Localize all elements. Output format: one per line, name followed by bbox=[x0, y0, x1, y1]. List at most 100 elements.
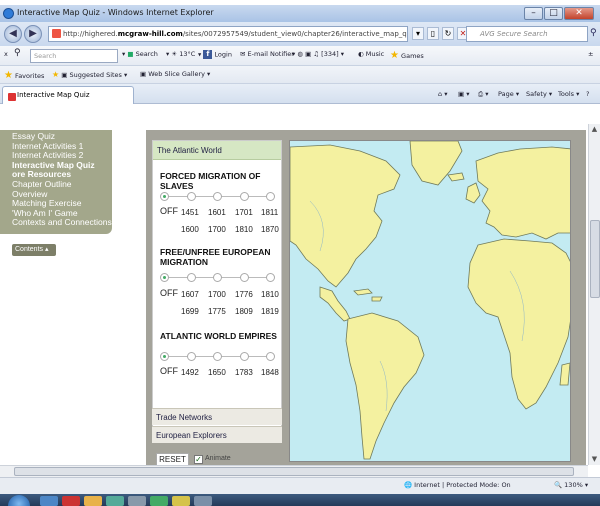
atlantic-world-map[interactable] bbox=[289, 140, 571, 462]
slider-stop[interactable] bbox=[187, 192, 196, 201]
slider-stop-off[interactable] bbox=[160, 352, 169, 361]
start-button[interactable] bbox=[8, 495, 30, 506]
slider-stop[interactable] bbox=[213, 273, 222, 282]
toolbar-search-button[interactable]: ▾ ■ Search bbox=[122, 50, 158, 58]
horizontal-scrollbar[interactable] bbox=[0, 465, 588, 477]
animate-checkbox[interactable]: ✓ bbox=[194, 455, 203, 464]
tab-interactive-map-quiz[interactable]: Interactive Map Quiz bbox=[2, 86, 134, 104]
weather-widget[interactable]: ▾ ☀ 13°C bbox=[166, 50, 195, 58]
year-label: 1492 bbox=[181, 368, 199, 377]
section-title-slaves: FORCED MIGRATION OF SLAVES bbox=[160, 171, 261, 191]
range-end: 1809 bbox=[235, 307, 253, 316]
slider-stop-off[interactable] bbox=[160, 273, 169, 282]
favorites-button[interactable]: ★ Favorites bbox=[4, 70, 44, 81]
map-graphic bbox=[290, 141, 570, 460]
slider-stop[interactable] bbox=[187, 352, 196, 361]
range-end: 1700 bbox=[208, 225, 226, 234]
favorites-star-icon: ★ bbox=[4, 70, 13, 81]
animate-label: Animate bbox=[205, 455, 231, 462]
url-prefix: http://highered. bbox=[63, 30, 118, 38]
tools-menu[interactable]: Tools ▾ bbox=[558, 90, 579, 98]
refresh-icon[interactable]: ↻ bbox=[442, 27, 454, 40]
site-favicon-icon bbox=[52, 29, 61, 38]
slider-stop[interactable] bbox=[240, 273, 249, 282]
panel-title[interactable]: The Atlantic World bbox=[153, 141, 281, 160]
music-widget[interactable]: ◐ Music bbox=[358, 50, 384, 58]
maximize-button[interactable]: □ bbox=[544, 7, 563, 20]
toolbar-search-input[interactable]: Search bbox=[30, 49, 118, 63]
slider-stop-off[interactable] bbox=[160, 192, 169, 201]
games-widget[interactable]: ★ Games bbox=[390, 50, 424, 61]
horizontal-scroll-thumb[interactable] bbox=[14, 467, 574, 476]
page-menu[interactable]: Page ▾ bbox=[498, 90, 519, 98]
tab-label: Interactive Map Quiz bbox=[17, 91, 90, 99]
taskbar-app-icon[interactable] bbox=[62, 496, 80, 506]
windows-taskbar bbox=[0, 494, 600, 506]
tab-bar: Interactive Map Quiz ⌂ ▾ ▣ ▾ ⎙ ▾ Page ▾ … bbox=[0, 84, 600, 104]
suggested-sites-link[interactable]: ★ ▣ Suggested Sites ▾ bbox=[52, 70, 127, 79]
reset-button[interactable]: RESET bbox=[156, 453, 189, 465]
page-content: Essay Quiz Internet Activities 1 Interne… bbox=[0, 104, 588, 465]
web-slice-gallery-link[interactable]: ▣ Web Slice Gallery ▾ bbox=[140, 70, 210, 78]
taskbar-app-icon[interactable] bbox=[194, 496, 212, 506]
range-end: 1775 bbox=[208, 307, 226, 316]
zoom-level[interactable]: 🔍 130% ▾ bbox=[554, 481, 588, 489]
contents-button[interactable]: Contents ▴ bbox=[12, 244, 56, 256]
compatibility-view-icon[interactable]: ▯ bbox=[427, 27, 439, 40]
slider-stop[interactable] bbox=[266, 192, 275, 201]
toolbar-search-icon[interactable]: ⚲ bbox=[14, 48, 21, 58]
scroll-down-icon[interactable]: ▼ bbox=[589, 454, 600, 465]
range-end: 1819 bbox=[261, 307, 279, 316]
slider-stop[interactable] bbox=[240, 192, 249, 201]
slider-stop[interactable] bbox=[213, 352, 222, 361]
slider-stop[interactable] bbox=[213, 192, 222, 201]
scroll-up-icon[interactable]: ▲ bbox=[589, 124, 600, 135]
close-toolbar-icon[interactable]: x bbox=[4, 50, 8, 58]
empires-timeline-slider[interactable] bbox=[160, 351, 276, 363]
safety-menu[interactable]: Safety ▾ bbox=[526, 90, 552, 98]
south-america-landmass bbox=[345, 312, 425, 460]
vertical-scrollbar[interactable]: ▲ ▼ bbox=[588, 124, 600, 465]
close-button[interactable]: ✕ bbox=[564, 7, 594, 20]
toolbar-menu-icon[interactable]: ± bbox=[588, 50, 593, 58]
taskbar-app-icon[interactable] bbox=[150, 496, 168, 506]
address-bar: ◀ ▶ http://highered.mcgraw-hill.com/site… bbox=[0, 22, 600, 46]
toolbar-extras[interactable]: ▾ ◍ ▣ ♫ [334] ▾ bbox=[292, 50, 344, 58]
ie-logo-icon bbox=[3, 8, 14, 19]
taskbar-app-icon[interactable] bbox=[128, 496, 146, 506]
taskbar-app-icon[interactable] bbox=[172, 496, 190, 506]
security-zone[interactable]: 🌐 Internet | Protected Mode: On bbox=[404, 481, 511, 489]
slaves-timeline-slider[interactable] bbox=[160, 191, 276, 203]
feeds-icon[interactable]: ▣ ▾ bbox=[458, 90, 469, 98]
url-field[interactable]: http://highered.mcgraw-hill.com/sites/00… bbox=[48, 26, 408, 42]
print-icon[interactable]: ⎙ ▾ bbox=[478, 90, 489, 99]
range-start: 1811 bbox=[261, 208, 279, 217]
trade-networks-tab[interactable]: Trade Networks bbox=[152, 408, 282, 425]
vertical-scroll-thumb[interactable] bbox=[590, 220, 600, 298]
minimize-button[interactable]: – bbox=[524, 7, 543, 20]
avg-search-input[interactable]: AVG Secure Search bbox=[466, 26, 588, 42]
taskbar-app-icon[interactable] bbox=[40, 496, 58, 506]
menu-contexts-and-connections[interactable]: Contexts and Connections bbox=[12, 218, 112, 228]
search-icon[interactable]: ⚲ bbox=[590, 28, 597, 38]
facebook-login[interactable]: ▾ f Login bbox=[198, 50, 232, 59]
slider-stop[interactable] bbox=[266, 352, 275, 361]
slider-stop[interactable] bbox=[266, 273, 275, 282]
range-start: 1701 bbox=[235, 208, 253, 217]
taskbar-app-icon[interactable] bbox=[106, 496, 124, 506]
back-button[interactable]: ◀ bbox=[4, 25, 22, 43]
slider-stop[interactable] bbox=[240, 352, 249, 361]
forward-button[interactable]: ▶ bbox=[24, 25, 42, 43]
facebook-icon: f bbox=[203, 50, 213, 59]
home-icon[interactable]: ⌂ ▾ bbox=[438, 90, 447, 98]
dropdown-arrow-icon[interactable]: ▾ bbox=[412, 27, 424, 40]
taskbar-app-icon[interactable] bbox=[84, 496, 102, 506]
migration-timeline-slider[interactable] bbox=[160, 272, 276, 284]
european-explorers-tab[interactable]: European Explorers bbox=[152, 426, 282, 443]
slider-stop[interactable] bbox=[187, 273, 196, 282]
range-end: 1600 bbox=[181, 225, 199, 234]
off-label: OFF bbox=[160, 288, 178, 298]
email-notifier[interactable]: ✉ E-mail Notifier bbox=[240, 50, 294, 58]
range-start: 1810 bbox=[261, 290, 279, 299]
help-icon[interactable]: ? bbox=[586, 90, 589, 98]
